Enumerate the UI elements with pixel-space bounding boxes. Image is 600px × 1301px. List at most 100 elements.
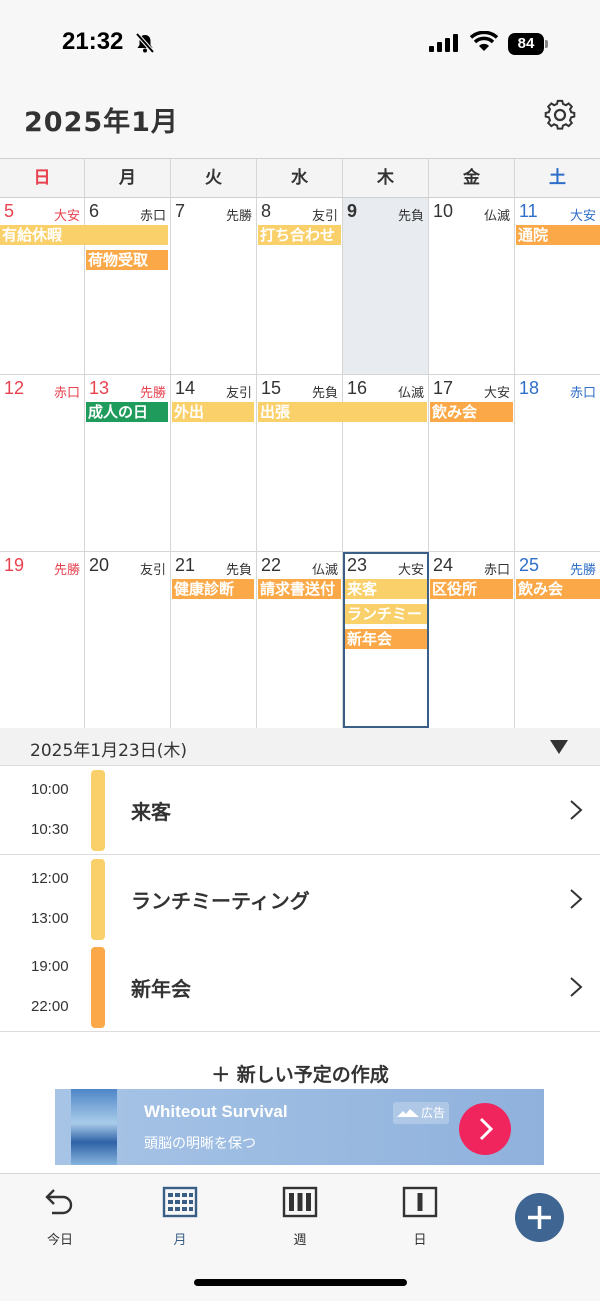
- agenda-item[interactable]: 19:00 22:00 新年会: [0, 943, 600, 1032]
- tab-day-label: 日: [413, 1233, 427, 1248]
- day-cell[interactable]: 18 赤口: [515, 375, 600, 551]
- event-bar[interactable]: 飲み会: [516, 579, 600, 599]
- rokuyo-label: 仏滅: [397, 386, 424, 401]
- tab-month[interactable]: 月: [140, 1186, 220, 1248]
- day-cell[interactable]: 20 友引: [85, 552, 171, 728]
- event-start-time: 10:00: [31, 781, 69, 798]
- selected-date-label: 2025年1月23日(木): [30, 741, 187, 761]
- ad-cta-button[interactable]: [459, 1103, 511, 1155]
- event-start-time: 12:00: [31, 870, 69, 887]
- create-event-link[interactable]: ＋ 新しい予定の作成: [0, 1060, 600, 1086]
- rokuyo-label: 先負: [225, 563, 252, 578]
- day-number: 12: [4, 378, 25, 398]
- event-bar[interactable]: 請求書送付: [258, 579, 341, 599]
- agenda-item[interactable]: 10:00 10:30 来客: [0, 766, 600, 855]
- event-bar[interactable]: 出張: [258, 402, 427, 422]
- day-number: 16: [347, 378, 368, 398]
- day-number: 24: [433, 555, 454, 575]
- cellular-signal-icon: [429, 34, 458, 52]
- day-number: 22: [261, 555, 282, 575]
- plus-icon: [528, 1206, 551, 1229]
- weekday-fri: 金: [429, 159, 515, 197]
- event-bar[interactable]: 外出: [172, 402, 254, 422]
- tab-day[interactable]: 日: [380, 1186, 460, 1248]
- add-event-button[interactable]: [515, 1193, 564, 1242]
- rokuyo-label: 友引: [225, 386, 252, 401]
- week-row: 19 先勝 20 友引 21 先負 22 仏滅 23 大安 24 赤口 25 先…: [0, 552, 600, 728]
- day-number: 7: [175, 201, 186, 221]
- event-title: 来客: [131, 800, 171, 824]
- month-grid-icon: [162, 1186, 198, 1218]
- rokuyo-label: 友引: [139, 563, 166, 578]
- event-bar[interactable]: 区役所: [430, 579, 513, 599]
- app-header: 2025年1月: [0, 90, 600, 158]
- chevron-right-icon: [570, 800, 583, 820]
- tab-week[interactable]: 週: [260, 1186, 340, 1248]
- week-row: 5 大安 6 赤口 7 先勝 8 友引 9 先負 10 仏滅 11 大安 有給休…: [0, 198, 600, 375]
- event-bar[interactable]: 通院: [516, 225, 600, 245]
- rokuyo-label: 赤口: [483, 563, 510, 578]
- ad-image: [71, 1089, 117, 1165]
- tab-today[interactable]: 今日: [20, 1186, 100, 1248]
- chevron-right-icon: [570, 977, 583, 997]
- event-bar[interactable]: 新年会: [345, 629, 427, 649]
- event-end-time: 10:30: [31, 821, 69, 838]
- rokuyo-label: 大安: [569, 209, 596, 224]
- rokuyo-label: 大安: [397, 563, 424, 578]
- event-bar[interactable]: ランチミー: [345, 604, 427, 624]
- event-bar[interactable]: 打ち合わせ: [258, 225, 341, 245]
- chevron-right-icon: [570, 889, 583, 909]
- ad-badge-label: 広告: [420, 1106, 445, 1120]
- day-number: 20: [89, 555, 110, 575]
- tab-month-label: 月: [173, 1233, 187, 1248]
- agenda-item[interactable]: 12:00 13:00 ランチミーティング: [0, 855, 600, 944]
- rokuyo-label: 友引: [311, 209, 338, 224]
- event-bar[interactable]: 成人の日: [86, 402, 168, 422]
- week-columns-icon: [282, 1186, 318, 1218]
- rokuyo-label: 赤口: [53, 386, 80, 401]
- day-number: 5: [4, 201, 15, 221]
- event-bar[interactable]: 健康診断: [172, 579, 254, 599]
- rokuyo-label: 大安: [53, 209, 80, 224]
- day-number: 11: [519, 201, 538, 221]
- event-bar[interactable]: 飲み会: [430, 402, 513, 422]
- day-number: 21: [175, 555, 196, 575]
- day-number: 10: [433, 201, 454, 221]
- event-color-bar: [91, 947, 105, 1028]
- weekday-sat: 土: [549, 168, 566, 188]
- gear-icon[interactable]: [543, 98, 577, 132]
- event-color-bar: [91, 859, 105, 940]
- day-number: 23: [347, 555, 368, 575]
- event-bar[interactable]: 荷物受取: [86, 250, 168, 270]
- day-column-icon: [402, 1186, 438, 1218]
- status-bar: 21:32 84: [0, 0, 600, 90]
- weekday-mon: 月: [85, 159, 171, 197]
- day-cell[interactable]: 19 先勝: [0, 552, 85, 728]
- event-bar[interactable]: 有給休暇: [0, 225, 168, 245]
- day-number: 25: [519, 555, 540, 575]
- triangle-down-icon[interactable]: [549, 739, 569, 755]
- day-cell[interactable]: 7 先勝: [171, 198, 257, 374]
- day-cell[interactable]: 12 赤口: [0, 375, 85, 551]
- day-number: 18: [519, 378, 540, 398]
- day-cell-today[interactable]: 9 先負: [343, 198, 429, 374]
- event-start-time: 19:00: [31, 958, 69, 975]
- rokuyo-label: 先勝: [53, 563, 80, 578]
- selected-date-header[interactable]: 2025年1月23日(木): [0, 728, 600, 766]
- rokuyo-label: 赤口: [569, 386, 596, 401]
- ad-title: Whiteout Survival: [144, 1102, 288, 1121]
- rokuyo-label: 先勝: [225, 209, 252, 224]
- day-number: 15: [261, 378, 282, 398]
- weekday-header: 日 月 火 水 木 金 土: [0, 158, 600, 198]
- chevron-right-icon: [479, 1117, 494, 1141]
- rokuyo-label: 先負: [311, 386, 338, 401]
- ad-banner[interactable]: Whiteout Survival 頭脳の明晰を保つ 広告: [55, 1089, 544, 1165]
- day-number: 6: [89, 201, 100, 221]
- tab-week-label: 週: [293, 1233, 307, 1248]
- status-time: 21:32: [62, 28, 124, 55]
- home-indicator: [194, 1279, 407, 1286]
- event-bar[interactable]: 来客: [345, 579, 427, 599]
- event-color-bar: [91, 770, 105, 851]
- day-cell[interactable]: 10 仏滅: [429, 198, 515, 374]
- rokuyo-label: 赤口: [139, 209, 166, 224]
